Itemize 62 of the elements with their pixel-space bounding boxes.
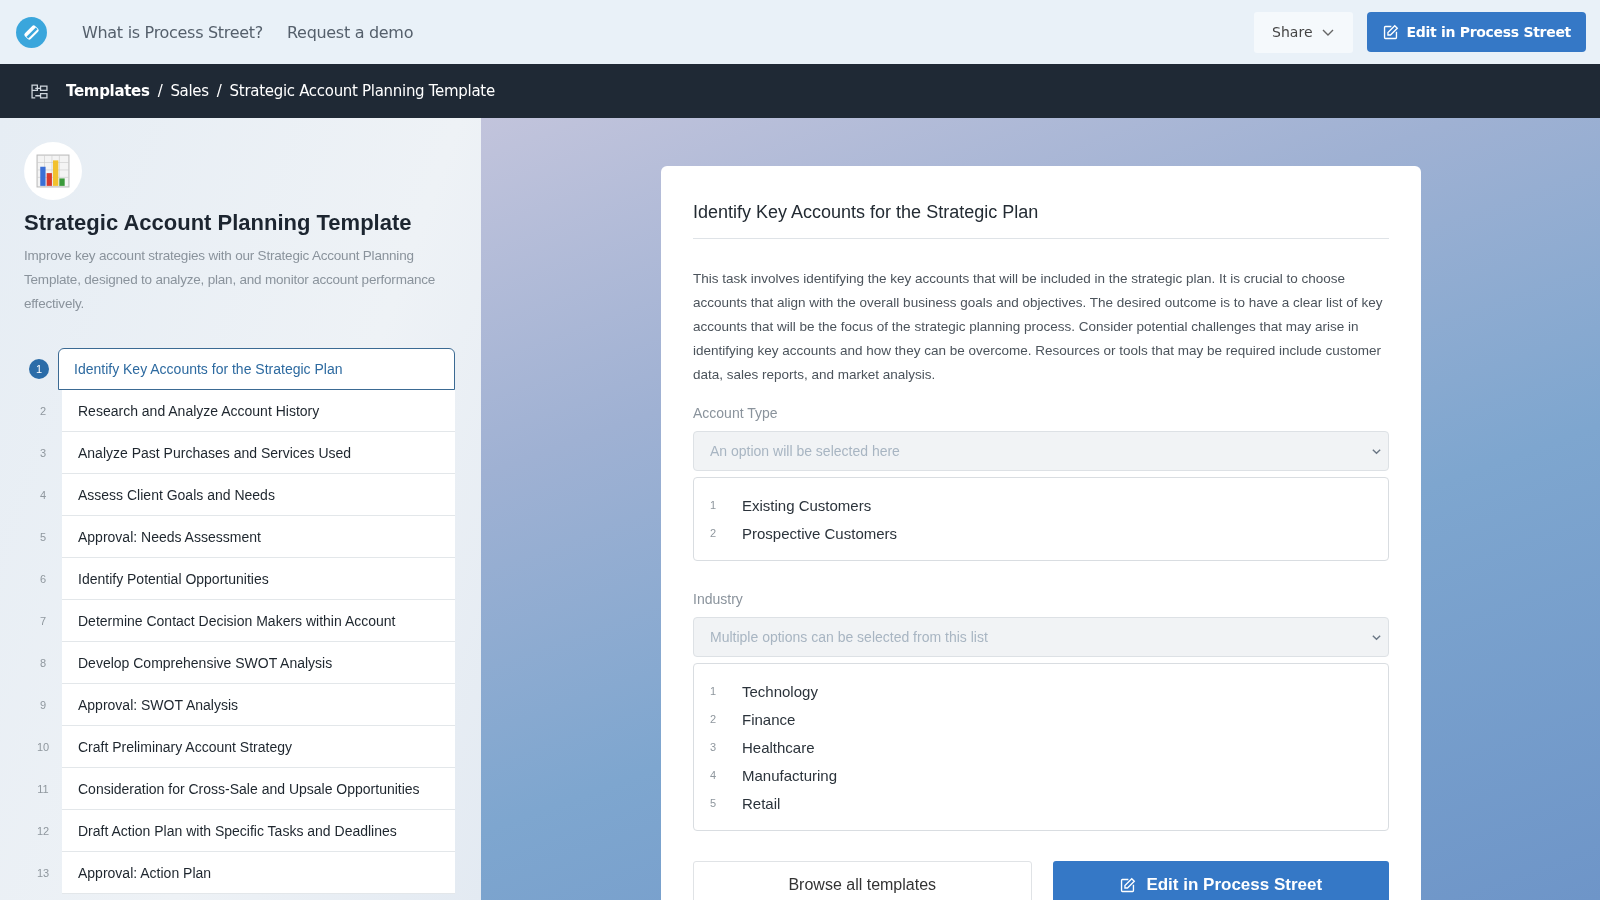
breadcrumb-link[interactable]: Templates [66, 82, 150, 100]
breadcrumb-separator: / [157, 82, 163, 100]
template-title: Strategic Account Planning Template [24, 210, 413, 236]
step-number: 12 [35, 825, 51, 837]
step-item[interactable]: Approval: Action Plan [62, 852, 455, 894]
task-description: This task involves identifying the key accounts that will be included in the strategic plan. It is crucial to choose accounts that align with the overall business goals and objectives. The desired outcome is to have a clear list of key accounts that will be the focus of the strategic planning process. Consider potential challenges that may arise in identifying key accounts and how they can be overcome. Resources or tools that may be required include customer data, sales reports, and market analysis. [693, 270, 1384, 384]
step-number: 13 [35, 867, 51, 879]
breadcrumb-separator: / [216, 82, 222, 100]
option-label: Prospective Customers [742, 524, 898, 542]
breadcrumb-link[interactable]: Strategic Account Planning Template [229, 82, 495, 100]
step-item[interactable]: Identify Potential Opportunities [62, 558, 455, 600]
option-label: Technology [742, 682, 818, 700]
step-item[interactable]: Research and Analyze Account History [62, 390, 455, 432]
step-number: 3 [38, 447, 48, 459]
task-title: Identify Key Accounts for the Strategic Plan [693, 202, 1040, 223]
logo-icon [15, 15, 48, 49]
field-label: Industry [693, 591, 744, 607]
step-number: 2 [38, 405, 48, 417]
edit-icon [1119, 876, 1137, 894]
option-label: Existing Customers [742, 496, 872, 514]
step-item[interactable]: Develop Comprehensive SWOT Analysis [62, 642, 455, 684]
share-button[interactable]: Share [1254, 11, 1353, 53]
step-item[interactable]: Identify Key Accounts for the Strategic Plan [58, 348, 455, 390]
nav-link[interactable]: Request a demo [287, 22, 414, 42]
step-item[interactable]: Assess Client Goals and Needs [62, 474, 455, 516]
step-number: 7 [38, 615, 48, 627]
step-item[interactable]: Draft Action Plan with Specific Tasks and Deadlines [62, 810, 455, 852]
option-number: 2 [710, 713, 718, 725]
step-item[interactable]: Consideration for Cross-Sale and Upsale Opportunities [62, 768, 455, 810]
option-number: 1 [710, 685, 718, 697]
step-number: 6 [38, 573, 48, 585]
breadcrumb-link[interactable]: Sales [170, 82, 209, 100]
step-item[interactable]: Determine Contact Decision Makers within Account [62, 600, 455, 642]
step-item[interactable]: Approval: Needs Assessment [62, 516, 455, 558]
option-label: Manufacturing [742, 766, 838, 784]
option-label: Retail [742, 794, 781, 812]
step-number: 4 [38, 489, 48, 501]
option-number: 4 [710, 769, 718, 781]
step-number: 5 [38, 531, 48, 543]
step-item[interactable]: Craft Preliminary Account Strategy [62, 726, 455, 768]
edit-button[interactable]: Edit in Process Street [1052, 861, 1389, 900]
step-number: 1 [29, 359, 49, 379]
option-number: 5 [710, 797, 718, 809]
browse-templates-button[interactable]: Browse all templates [693, 861, 1032, 900]
step-number: 10 [35, 741, 51, 753]
template-description: Improve key account strategies with our Strategic Account Planning Template, designed to analyze, plan, and monitor account performance effectively. [24, 247, 437, 313]
step-number: 8 [38, 657, 48, 669]
nav-link[interactable]: What is Process Street? [82, 22, 263, 42]
step-item[interactable]: Analyze Past Purchases and Services Used [62, 432, 455, 474]
step-item[interactable]: Approval: SWOT Analysis [62, 684, 455, 726]
hierarchy-icon [31, 82, 48, 100]
option-number: 1 [710, 499, 718, 511]
bar-chart-icon [36, 154, 70, 188]
option-label: Healthcare [742, 738, 815, 756]
option-number: 3 [710, 741, 718, 753]
step-number: 11 [36, 783, 50, 795]
option-number: 2 [710, 527, 718, 539]
field-label: Account Type [693, 405, 779, 421]
edit-icon [1381, 23, 1399, 41]
step-number: 9 [38, 699, 48, 711]
option-label: Finance [742, 710, 796, 728]
edit-button[interactable]: Edit in Process Street [1366, 12, 1586, 52]
